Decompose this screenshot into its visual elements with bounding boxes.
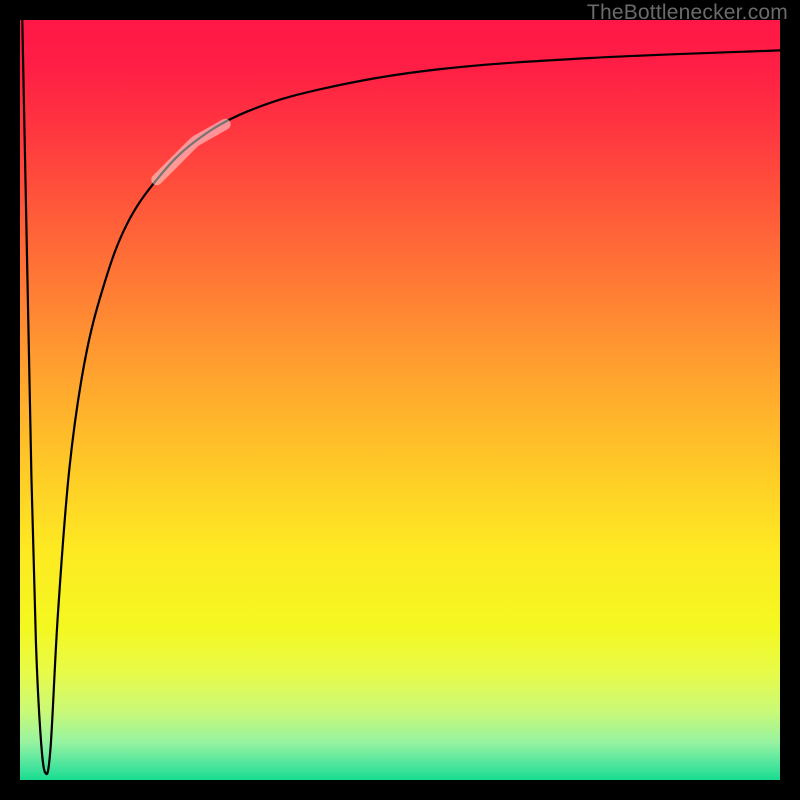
plot-area — [20, 20, 780, 780]
bottleneck-curve — [22, 20, 780, 774]
curve-highlight-segment — [157, 124, 225, 179]
chart-container: TheBottlenecker.com — [0, 0, 800, 800]
curve-svg — [20, 20, 780, 780]
